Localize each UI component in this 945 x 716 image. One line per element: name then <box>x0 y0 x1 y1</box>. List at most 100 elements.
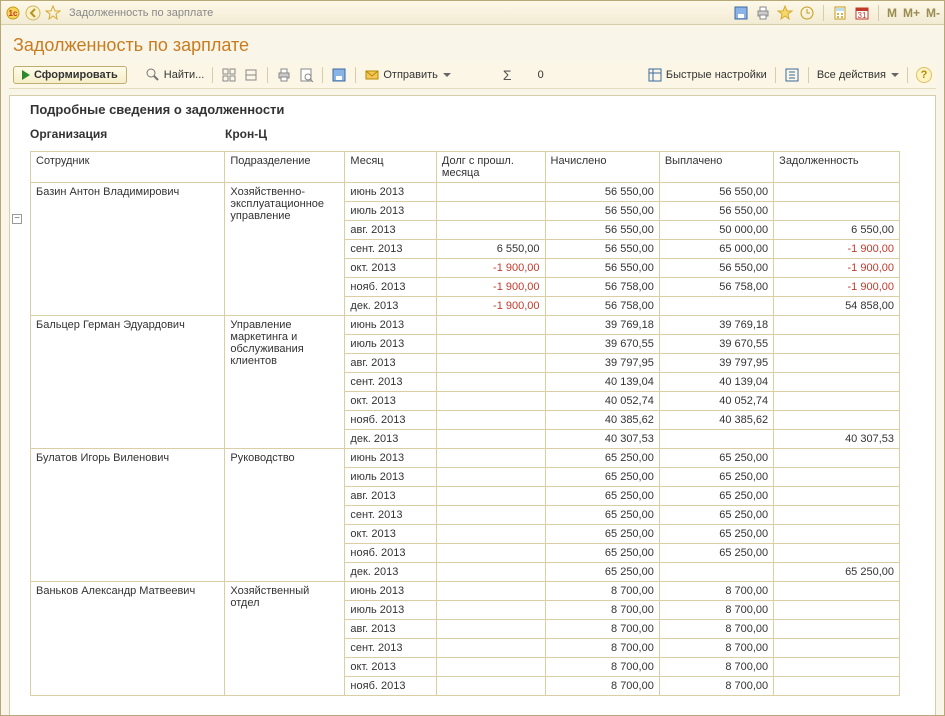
cell-paid: 8 700,00 <box>659 639 773 658</box>
org-value: Крон-Ц <box>225 127 267 141</box>
cell-paid: 65 000,00 <box>659 240 773 259</box>
cell-month: нояб. 2013 <box>345 544 436 563</box>
cell-debt <box>774 392 900 411</box>
cell-prev-debt <box>436 335 545 354</box>
send-label: Отправить <box>383 69 438 81</box>
cell-accrued: 65 250,00 <box>545 525 659 544</box>
cell-paid: 40 385,62 <box>659 411 773 430</box>
cell-month: авг. 2013 <box>345 487 436 506</box>
quick-settings-button[interactable]: Быстрые настройки <box>647 67 767 83</box>
cell-month: окт. 2013 <box>345 525 436 544</box>
cell-accrued: 40 052,74 <box>545 392 659 411</box>
cell-accrued: 65 250,00 <box>545 544 659 563</box>
expand-groups-icon[interactable] <box>221 67 237 83</box>
cell-month: нояб. 2013 <box>345 278 436 297</box>
cell-prev-debt <box>436 620 545 639</box>
open-settings-icon[interactable] <box>784 67 800 83</box>
cell-debt: 40 307,53 <box>774 430 900 449</box>
find-button[interactable]: Найти... <box>145 67 205 83</box>
cell-paid: 56 550,00 <box>659 183 773 202</box>
cell-prev-debt <box>436 658 545 677</box>
cell-prev-debt <box>436 525 545 544</box>
cell-accrued: 65 250,00 <box>545 468 659 487</box>
cell-paid: 8 700,00 <box>659 677 773 696</box>
cell-debt <box>774 354 900 373</box>
cell-month: сент. 2013 <box>345 240 436 259</box>
cell-accrued: 56 550,00 <box>545 240 659 259</box>
cell-debt <box>774 449 900 468</box>
cell-accrued: 8 700,00 <box>545 639 659 658</box>
cell-paid: 39 769,18 <box>659 316 773 335</box>
cell-prev-debt <box>436 468 545 487</box>
cell-accrued: 56 758,00 <box>545 297 659 316</box>
cell-department: Хозяйственно- эксплуатационное управлени… <box>225 183 345 316</box>
sum-display[interactable]: Σ 0 <box>503 67 544 83</box>
table-row[interactable]: Булатов Игорь ВиленовичРуководствоиюнь 2… <box>31 449 900 468</box>
chevron-down-icon <box>891 73 899 77</box>
cell-month: нояб. 2013 <box>345 411 436 430</box>
memory-mplus-button[interactable]: M+ <box>903 6 920 20</box>
cell-paid: 8 700,00 <box>659 582 773 601</box>
cell-prev-debt <box>436 639 545 658</box>
cell-prev-debt <box>436 202 545 221</box>
generate-button[interactable]: Сформировать <box>13 66 127 84</box>
cell-prev-debt <box>436 411 545 430</box>
cell-accrued: 56 550,00 <box>545 221 659 240</box>
cell-prev-debt <box>436 430 545 449</box>
cell-paid: 8 700,00 <box>659 658 773 677</box>
cell-paid: 65 250,00 <box>659 449 773 468</box>
preview-icon[interactable] <box>298 67 314 83</box>
cell-debt <box>774 601 900 620</box>
cell-prev-debt <box>436 582 545 601</box>
find-label: Найти... <box>164 69 205 81</box>
table-row[interactable]: Ваньков Александр МатвеевичХозяйственный… <box>31 582 900 601</box>
save-icon[interactable] <box>733 5 749 21</box>
report-title: Подробные сведения о задолженности <box>30 102 931 117</box>
cell-month: окт. 2013 <box>345 392 436 411</box>
cell-employee: Булатов Игорь Виленович <box>31 449 225 582</box>
cell-paid <box>659 563 773 582</box>
app-logo-icon: 1c <box>5 5 21 21</box>
cell-accrued: 8 700,00 <box>545 620 659 639</box>
cell-accrued: 56 550,00 <box>545 202 659 221</box>
back-nav-icon[interactable] <box>25 5 41 21</box>
svg-text:31: 31 <box>858 11 867 20</box>
print-report-icon[interactable] <box>276 67 292 83</box>
memory-mminus-button[interactable]: M- <box>926 6 940 20</box>
calculator-icon[interactable] <box>832 5 848 21</box>
history-icon[interactable] <box>799 5 815 21</box>
cell-month: сент. 2013 <box>345 373 436 392</box>
cell-month: авг. 2013 <box>345 221 436 240</box>
cell-prev-debt <box>436 221 545 240</box>
cell-paid: 56 550,00 <box>659 202 773 221</box>
cell-month: июнь 2013 <box>345 582 436 601</box>
collapse-groups-icon[interactable] <box>243 67 259 83</box>
cell-accrued: 40 385,62 <box>545 411 659 430</box>
cell-month: июнь 2013 <box>345 316 436 335</box>
cell-prev-debt <box>436 601 545 620</box>
send-button[interactable]: Отправить <box>364 67 451 83</box>
help-button[interactable]: ? <box>916 67 932 83</box>
cell-month: июль 2013 <box>345 468 436 487</box>
save-report-icon[interactable] <box>331 67 347 83</box>
favorite-add-icon[interactable] <box>777 5 793 21</box>
cell-month: окт. 2013 <box>345 259 436 278</box>
memory-m-button[interactable]: M <box>887 6 897 20</box>
table-row[interactable]: Базин Антон ВладимировичХозяйственно- эк… <box>31 183 900 202</box>
cell-accrued: 40 307,53 <box>545 430 659 449</box>
favorite-star-icon[interactable] <box>45 5 61 21</box>
cell-prev-debt <box>436 677 545 696</box>
col-month: Месяц <box>345 152 436 183</box>
cell-prev-debt <box>436 563 545 582</box>
cell-accrued: 65 250,00 <box>545 487 659 506</box>
all-actions-button[interactable]: Все действия <box>817 69 899 81</box>
calendar-icon[interactable]: 31 <box>854 5 870 21</box>
cell-prev-debt: -1 900,00 <box>436 259 545 278</box>
cell-prev-debt <box>436 183 545 202</box>
cell-accrued: 8 700,00 <box>545 658 659 677</box>
table-row[interactable]: Бальцер Герман ЭдуардовичУправление марк… <box>31 316 900 335</box>
report-viewport[interactable]: − Подробные сведения о задолженности Орг… <box>9 95 936 715</box>
col-paid: Выплачено <box>659 152 773 183</box>
collapse-toggle[interactable]: − <box>12 214 22 224</box>
print-icon[interactable] <box>755 5 771 21</box>
